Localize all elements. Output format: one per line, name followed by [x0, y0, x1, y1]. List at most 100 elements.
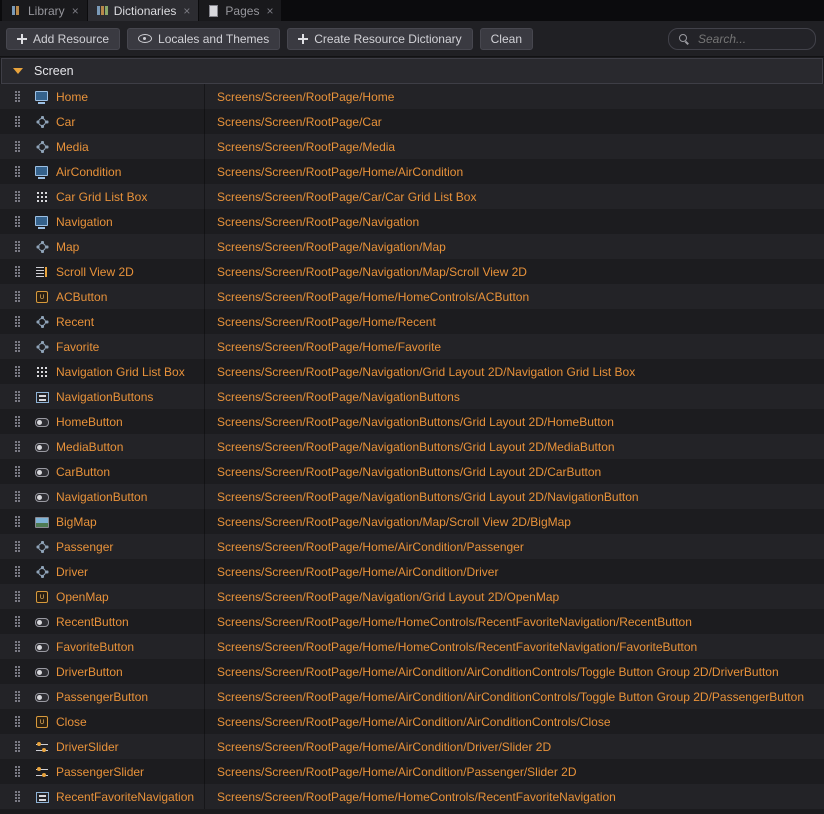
search-box[interactable]	[668, 28, 816, 50]
table-row[interactable]: Close Screens/Screen/RootPage/Home/AirCo…	[0, 709, 824, 734]
resource-path: Screens/Screen/RootPage/Home/AirConditio…	[204, 684, 824, 709]
resource-name: BigMap	[56, 515, 97, 529]
resource-name: AirCondition	[56, 165, 121, 179]
table-row[interactable]: ACButton Screens/Screen/RootPage/Home/Ho…	[0, 284, 824, 309]
drag-handle-icon[interactable]	[0, 416, 34, 427]
drag-handle-icon[interactable]	[0, 541, 34, 552]
tab-library[interactable]: Library ×	[2, 0, 87, 21]
drag-handle-icon[interactable]	[0, 341, 34, 352]
section-header-screen[interactable]: Screen	[1, 58, 823, 84]
resource-path: Screens/Screen/RootPage/Home	[204, 84, 824, 109]
screen-icon	[34, 214, 50, 230]
resource-name-cell: PassengerSlider	[34, 764, 204, 780]
table-row[interactable]: DriverSlider Screens/Screen/RootPage/Hom…	[0, 734, 824, 759]
tab-label: Dictionaries	[114, 4, 177, 18]
resource-name: Scroll View 2D	[56, 265, 134, 279]
table-row[interactable]: NavigationButtons Screens/Screen/RootPag…	[0, 384, 824, 409]
table-row[interactable]: Recent Screens/Screen/RootPage/Home/Rece…	[0, 309, 824, 334]
drag-handle-icon[interactable]	[0, 491, 34, 502]
table-row[interactable]: Driver Screens/Screen/RootPage/Home/AirC…	[0, 559, 824, 584]
drag-handle-icon[interactable]	[0, 641, 34, 652]
drag-handle-icon[interactable]	[0, 216, 34, 227]
gridlistbox-icon	[34, 364, 50, 380]
resource-path: Screens/Screen/RootPage/Home/AirConditio…	[204, 534, 824, 559]
table-row[interactable]: AirCondition Screens/Screen/RootPage/Hom…	[0, 159, 824, 184]
create-resource-dictionary-button[interactable]: Create Resource Dictionary	[287, 28, 472, 50]
table-row[interactable]: Favorite Screens/Screen/RootPage/Home/Fa…	[0, 334, 824, 359]
locales-themes-icon	[138, 34, 152, 43]
table-row[interactable]: PassengerSlider Screens/Screen/RootPage/…	[0, 759, 824, 784]
tab-close-icon[interactable]: ×	[72, 5, 79, 17]
table-row[interactable]: HomeButton Screens/Screen/RootPage/Navig…	[0, 409, 824, 434]
drag-handle-icon[interactable]	[0, 366, 34, 377]
resource-name: RecentButton	[56, 615, 129, 629]
table-row[interactable]: DriverButton Screens/Screen/RootPage/Hom…	[0, 659, 824, 684]
drag-handle-icon[interactable]	[0, 566, 34, 577]
table-row[interactable]: BigMap Screens/Screen/RootPage/Navigatio…	[0, 509, 824, 534]
resource-name: Recent	[56, 315, 94, 329]
resource-path: Screens/Screen/RootPage/Home/HomeControl…	[204, 284, 824, 309]
drag-handle-icon[interactable]	[0, 791, 34, 802]
togglebutton-icon	[34, 439, 50, 455]
table-row[interactable]: RecentFavoriteNavigation Screens/Screen/…	[0, 784, 824, 809]
control-icon	[34, 339, 50, 355]
drag-handle-icon[interactable]	[0, 716, 34, 727]
table-row[interactable]: PassengerButton Screens/Screen/RootPage/…	[0, 684, 824, 709]
resource-name: Close	[56, 715, 87, 729]
table-row[interactable]: Navigation Grid List Box Screens/Screen/…	[0, 359, 824, 384]
resource-path: Screens/Screen/RootPage/Home/Favorite	[204, 334, 824, 359]
resource-path: Screens/Screen/RootPage/Navigation	[204, 209, 824, 234]
drag-handle-icon[interactable]	[0, 316, 34, 327]
plus-icon	[298, 34, 308, 44]
drag-handle-icon[interactable]	[0, 666, 34, 677]
drag-handle-icon[interactable]	[0, 516, 34, 527]
resource-name: HomeButton	[56, 415, 123, 429]
locales-and-themes-button[interactable]: Locales and Themes	[127, 28, 280, 50]
drag-handle-icon[interactable]	[0, 691, 34, 702]
drag-handle-icon[interactable]	[0, 141, 34, 152]
drag-handle-icon[interactable]	[0, 291, 34, 302]
drag-handle-icon[interactable]	[0, 266, 34, 277]
search-input[interactable]	[696, 31, 806, 47]
drag-handle-icon[interactable]	[0, 741, 34, 752]
drag-handle-icon[interactable]	[0, 766, 34, 777]
drag-handle-icon[interactable]	[0, 616, 34, 627]
drag-handle-icon[interactable]	[0, 116, 34, 127]
resource-name-cell: DriverSlider	[34, 739, 204, 755]
table-row[interactable]: OpenMap Screens/Screen/RootPage/Navigati…	[0, 584, 824, 609]
drag-handle-icon[interactable]	[0, 466, 34, 477]
table-row[interactable]: Scroll View 2D Screens/Screen/RootPage/N…	[0, 259, 824, 284]
drag-handle-icon[interactable]	[0, 241, 34, 252]
table-row[interactable]: RecentButton Screens/Screen/RootPage/Hom…	[0, 609, 824, 634]
table-row[interactable]: Map Screens/Screen/RootPage/Navigation/M…	[0, 234, 824, 259]
drag-handle-icon[interactable]	[0, 591, 34, 602]
tab-dictionaries[interactable]: Dictionaries ×	[88, 0, 199, 21]
drag-handle-icon[interactable]	[0, 391, 34, 402]
table-row[interactable]: Media Screens/Screen/RootPage/Media	[0, 134, 824, 159]
slider-icon	[34, 739, 50, 755]
table-row[interactable]: MediaButton Screens/Screen/RootPage/Navi…	[0, 434, 824, 459]
add-resource-button[interactable]: Add Resource	[6, 28, 120, 50]
table-row[interactable]: Home Screens/Screen/RootPage/Home	[0, 84, 824, 109]
tab-close-icon[interactable]: ×	[266, 5, 273, 17]
table-row[interactable]: Car Grid List Box Screens/Screen/RootPag…	[0, 184, 824, 209]
tab-close-icon[interactable]: ×	[183, 5, 190, 17]
drag-handle-icon[interactable]	[0, 166, 34, 177]
tab-pages[interactable]: Pages ×	[199, 0, 281, 21]
dictionaries-icon	[96, 4, 109, 17]
table-row[interactable]: Passenger Screens/Screen/RootPage/Home/A…	[0, 534, 824, 559]
table-row[interactable]: CarButton Screens/Screen/RootPage/Naviga…	[0, 459, 824, 484]
table-row[interactable]: FavoriteButton Screens/Screen/RootPage/H…	[0, 634, 824, 659]
table-row[interactable]: Car Screens/Screen/RootPage/Car	[0, 109, 824, 134]
resource-name: RecentFavoriteNavigation	[56, 790, 194, 804]
clean-button[interactable]: Clean	[480, 28, 533, 50]
resource-path: Screens/Screen/RootPage/NavigationButton…	[204, 434, 824, 459]
table-row[interactable]: NavigationButton Screens/Screen/RootPage…	[0, 484, 824, 509]
drag-handle-icon[interactable]	[0, 441, 34, 452]
table-row[interactable]: Navigation Screens/Screen/RootPage/Navig…	[0, 209, 824, 234]
control-icon	[34, 564, 50, 580]
drag-handle-icon[interactable]	[0, 191, 34, 202]
resource-path: Screens/Screen/RootPage/Home/Recent	[204, 309, 824, 334]
drag-handle-icon[interactable]	[0, 91, 34, 102]
collapse-chevron-icon[interactable]	[13, 68, 23, 74]
